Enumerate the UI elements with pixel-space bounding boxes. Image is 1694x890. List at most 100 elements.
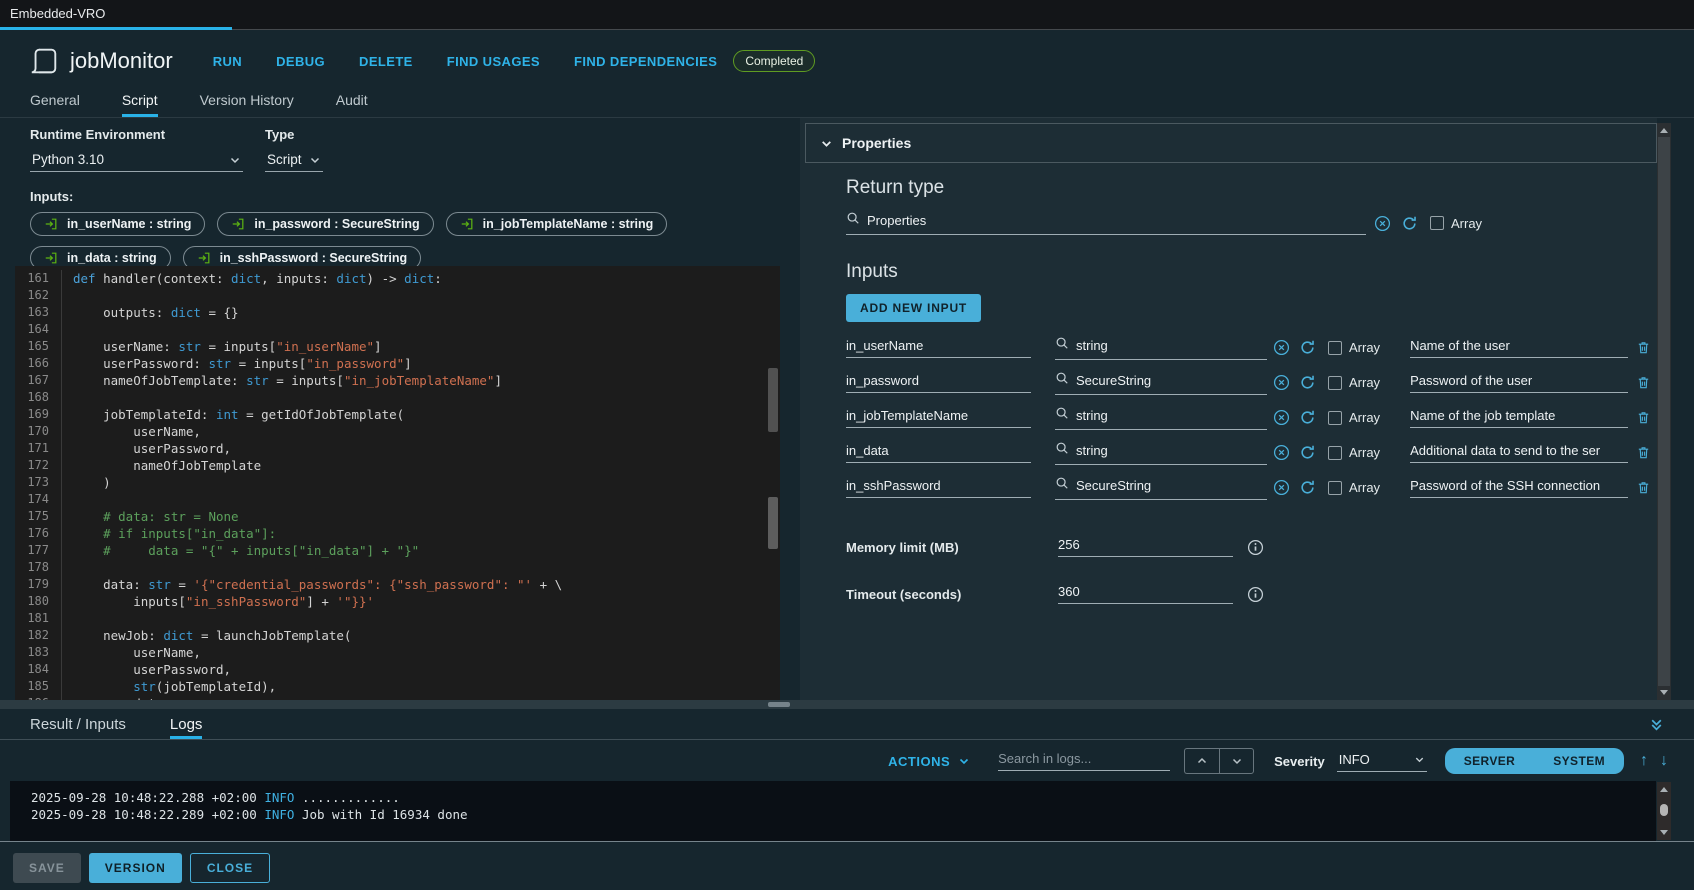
clear-type-icon[interactable]: [1273, 374, 1290, 391]
horizontal-splitter[interactable]: [0, 700, 1694, 709]
array-checkbox[interactable]: [1328, 341, 1342, 355]
timeout-field[interactable]: [1058, 584, 1233, 604]
input-description-field[interactable]: [1410, 373, 1628, 393]
find-usages-button[interactable]: FIND USAGES: [447, 54, 540, 69]
add-new-input-button[interactable]: ADD NEW INPUT: [846, 294, 981, 322]
refresh-type-icon[interactable]: [1401, 215, 1418, 232]
info-icon[interactable]: [1247, 539, 1264, 556]
array-checkbox[interactable]: [1430, 216, 1444, 230]
log-search-field[interactable]: [998, 751, 1170, 771]
input-description-input[interactable]: [1410, 478, 1628, 493]
severity-select[interactable]: INFO: [1337, 750, 1427, 772]
tab-logs[interactable]: Logs: [170, 716, 203, 739]
input-type-input[interactable]: [1076, 408, 1267, 423]
delete-input-button[interactable]: [1636, 445, 1651, 460]
scrollbar-thumb[interactable]: [1660, 804, 1668, 816]
input-chip[interactable]: in_password : SecureString: [217, 212, 433, 236]
input-name-input[interactable]: [846, 373, 1031, 388]
input-chip[interactable]: in_jobTemplateName : string: [446, 212, 668, 236]
array-checkbox[interactable]: [1328, 376, 1342, 390]
refresh-type-icon[interactable]: [1299, 444, 1316, 461]
delete-button[interactable]: DELETE: [359, 54, 413, 69]
input-type-field[interactable]: [1055, 336, 1267, 360]
close-button[interactable]: CLOSE: [190, 853, 270, 883]
input-chip[interactable]: in_userName : string: [30, 212, 205, 236]
tab-version-history[interactable]: Version History: [200, 92, 294, 117]
memory-limit-field[interactable]: [1058, 537, 1233, 557]
array-checkbox[interactable]: [1328, 481, 1342, 495]
clear-type-icon[interactable]: [1273, 444, 1290, 461]
input-type-input[interactable]: [1076, 443, 1267, 458]
delete-input-button[interactable]: [1636, 480, 1651, 495]
log-scrollbar[interactable]: [1657, 782, 1671, 840]
tab-audit[interactable]: Audit: [336, 92, 368, 117]
refresh-type-icon[interactable]: [1299, 479, 1316, 496]
collapse-panel-button[interactable]: [1649, 717, 1664, 737]
log-search-input[interactable]: [998, 751, 1170, 766]
info-icon[interactable]: [1247, 586, 1264, 603]
find-dependencies-button[interactable]: FIND DEPENDENCIES: [574, 54, 717, 69]
tab-general[interactable]: General: [30, 92, 80, 117]
clear-type-icon[interactable]: [1374, 215, 1391, 232]
type-select[interactable]: Script: [265, 149, 323, 172]
input-name-input[interactable]: [846, 443, 1031, 458]
run-button[interactable]: RUN: [213, 54, 242, 69]
input-type-field[interactable]: [1055, 371, 1267, 395]
scroll-down-arrow[interactable]: [1660, 690, 1668, 695]
refresh-type-icon[interactable]: [1299, 339, 1316, 356]
input-description-input[interactable]: [1410, 373, 1628, 388]
workspace-tab-embedded-vro[interactable]: Embedded-VRO: [10, 6, 105, 21]
code-editor[interactable]: 161def handler(context: dict, inputs: di…: [15, 266, 780, 700]
editor-scrollbar-thumb[interactable]: [768, 497, 778, 549]
refresh-type-icon[interactable]: [1299, 374, 1316, 391]
memory-limit-input[interactable]: [1058, 537, 1233, 552]
clear-type-icon[interactable]: [1273, 479, 1290, 496]
input-name-field[interactable]: [846, 338, 1031, 358]
input-type-field[interactable]: [1055, 441, 1267, 465]
input-name-input[interactable]: [846, 338, 1031, 353]
clear-type-icon[interactable]: [1273, 409, 1290, 426]
refresh-type-icon[interactable]: [1299, 409, 1316, 426]
input-description-field[interactable]: [1410, 478, 1628, 498]
delete-input-button[interactable]: [1636, 410, 1651, 425]
scroll-up-arrow[interactable]: [1660, 128, 1668, 133]
clear-type-icon[interactable]: [1273, 339, 1290, 356]
log-output[interactable]: 2025-09-28 10:48:22.288 +02:00 INFO ....…: [10, 781, 1656, 841]
input-name-field[interactable]: [846, 478, 1031, 498]
input-description-input[interactable]: [1410, 338, 1628, 353]
scroll-up-arrow[interactable]: [1660, 787, 1668, 792]
input-description-field[interactable]: [1410, 443, 1628, 463]
runtime-environment-select[interactable]: Python 3.10: [30, 149, 243, 172]
return-type-input[interactable]: [867, 213, 1366, 228]
version-button[interactable]: VERSION: [89, 853, 182, 883]
delete-input-button[interactable]: [1636, 340, 1651, 355]
tab-script[interactable]: Script: [122, 92, 158, 117]
system-toggle-button[interactable]: SYSTEM: [1534, 748, 1624, 774]
properties-scrollbar[interactable]: [1657, 123, 1671, 700]
timeout-input[interactable]: [1058, 584, 1233, 599]
actions-menu[interactable]: ACTIONS: [888, 754, 970, 769]
input-name-field[interactable]: [846, 443, 1031, 463]
save-button[interactable]: SAVE: [13, 853, 81, 883]
properties-section-toggle[interactable]: Properties: [805, 123, 1657, 163]
scroll-to-top-button[interactable]: ↑: [1640, 752, 1648, 770]
return-type-field[interactable]: [846, 211, 1366, 235]
input-type-field[interactable]: [1055, 476, 1267, 500]
input-description-input[interactable]: [1410, 408, 1628, 423]
splitter-handle[interactable]: [768, 702, 790, 707]
scroll-to-bottom-button[interactable]: ↓: [1660, 752, 1668, 770]
input-description-field[interactable]: [1410, 408, 1628, 428]
input-type-input[interactable]: [1076, 338, 1267, 353]
input-description-field[interactable]: [1410, 338, 1628, 358]
array-checkbox[interactable]: [1328, 446, 1342, 460]
input-name-input[interactable]: [846, 478, 1031, 493]
array-checkbox[interactable]: [1328, 411, 1342, 425]
search-next-button[interactable]: [1219, 748, 1254, 774]
input-type-input[interactable]: [1076, 373, 1267, 388]
scrollbar-thumb[interactable]: [1658, 137, 1670, 686]
scroll-down-arrow[interactable]: [1660, 830, 1668, 835]
editor-scrollbar-mark[interactable]: [768, 368, 778, 432]
input-name-field[interactable]: [846, 373, 1031, 393]
input-type-input[interactable]: [1076, 478, 1267, 493]
tab-result-inputs[interactable]: Result / Inputs: [30, 716, 126, 739]
